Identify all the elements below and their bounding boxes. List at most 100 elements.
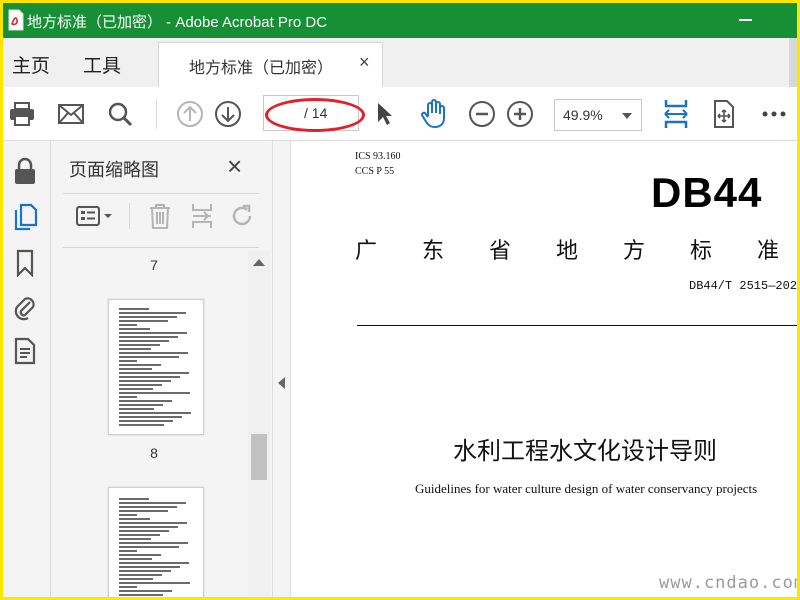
search-icon[interactable] — [105, 99, 135, 129]
standard-title: 广东省地方标准 — [355, 238, 797, 263]
thumbnail-text-line — [119, 360, 137, 362]
ics-code: ICS 93.160 — [355, 151, 401, 162]
thumbnail-text-line — [119, 506, 177, 508]
select-cursor-icon[interactable] — [369, 99, 399, 129]
document-properties-icon[interactable] — [9, 335, 41, 367]
thumbnail-text-line — [119, 534, 160, 536]
tab-home[interactable]: 主页 — [12, 51, 50, 78]
highlight-ellipse — [265, 98, 365, 132]
thumbnail-text-line — [119, 416, 182, 418]
thumbnail-text-line — [119, 388, 153, 390]
thumbnail-text-line — [119, 340, 169, 342]
zoom-out-icon[interactable] — [467, 99, 497, 129]
page-tool-icon[interactable] — [709, 99, 739, 129]
rotate-page-icon[interactable] — [227, 201, 257, 231]
delete-page-icon[interactable] — [145, 201, 175, 231]
thumbnail-text-line — [119, 344, 160, 346]
thumbnail-options-icon[interactable] — [73, 201, 117, 231]
close-tab-icon[interactable]: × — [359, 52, 370, 73]
tab-scroll-handle[interactable] — [789, 38, 797, 87]
bookmark-icon[interactable] — [9, 247, 41, 279]
thumbnail-text-line — [119, 502, 186, 504]
thumbnail-text-line — [119, 320, 168, 322]
standard-number: DB44/T 2515—2024 — [689, 279, 797, 293]
panel-splitter[interactable] — [273, 141, 291, 597]
zoom-value: 49.9% — [563, 107, 603, 123]
page-label: 8 — [150, 445, 158, 461]
thumbnail-text-line — [119, 408, 154, 410]
thumbnail-text-line — [119, 404, 163, 406]
thumbnail-text-line — [119, 312, 186, 314]
navigation-rail — [3, 141, 51, 597]
scroll-up-icon[interactable] — [253, 259, 265, 266]
close-panel-icon[interactable]: × — [227, 151, 242, 182]
collapse-panel-icon[interactable] — [278, 377, 285, 389]
thumbnail-text-line — [119, 396, 137, 398]
zoom-select[interactable]: 49.9% — [554, 99, 642, 131]
thumbnail-text-line — [119, 594, 163, 596]
thumbnail-text-line — [119, 364, 161, 366]
thumbnail-text-line — [119, 590, 172, 592]
page-label: 7 — [150, 257, 158, 273]
thumbnail-text-line — [119, 412, 191, 414]
thumbnail-text-line — [119, 498, 149, 500]
db-code: DB44 — [651, 169, 763, 216]
thumbnail-text-line — [119, 348, 151, 350]
hand-tool-icon[interactable] — [419, 99, 449, 129]
thumbnail-text-line — [119, 530, 169, 532]
thumbnail-text-line — [119, 550, 137, 552]
thumbnail-text-line — [119, 424, 164, 426]
page-thumbnail[interactable] — [108, 487, 204, 597]
thumbnail-text-line — [119, 574, 162, 576]
document-tab-label: 地方标准（已加密） — [189, 60, 334, 77]
document-view[interactable]: ICS 93.160 CCS P 55 DB44 广东省地方标准 DB44/T … — [291, 141, 797, 597]
document-tab[interactable]: 地方标准（已加密） × — [158, 42, 383, 87]
page-down-icon[interactable] — [213, 99, 243, 129]
panel-heading: 页面缩略图 — [69, 160, 159, 180]
thumbnail-scrollbar[interactable] — [248, 251, 270, 597]
panel-divider — [63, 247, 259, 248]
attachment-icon[interactable] — [9, 291, 41, 323]
document-title-en: Guidelines for water culture design of w… — [415, 481, 758, 496]
print-icon[interactable] — [7, 99, 37, 129]
thumbnail-text-line — [119, 510, 168, 512]
minimize-button[interactable] — [739, 19, 752, 21]
page-thumbnails-icon[interactable] — [9, 201, 41, 233]
zoom-in-icon[interactable] — [505, 99, 535, 129]
thumbnail-text-line — [119, 384, 162, 386]
chevron-down-icon — [622, 113, 632, 119]
document-title-cn: 水利工程水文化设计导则 — [453, 438, 717, 465]
main-toolbar: / 14 49.9% — [3, 87, 797, 141]
fit-page-icon[interactable] — [661, 99, 691, 129]
thumbnail-text-line — [119, 522, 187, 524]
thumbnail-text-line — [119, 570, 171, 572]
thumbnail-text-line — [119, 420, 173, 422]
thumbnail-text-line — [119, 328, 150, 330]
thumbnail-text-line — [119, 356, 179, 358]
scrollbar-thumb[interactable] — [251, 434, 267, 480]
page-thumbnails-panel: 页面缩略图 × 7 8 — [51, 141, 273, 597]
thumbnail-text-line — [119, 372, 189, 374]
page-up-icon[interactable] — [175, 99, 205, 129]
thumbnail-text-line — [119, 332, 187, 334]
tab-tools[interactable]: 工具 — [83, 51, 121, 78]
page-thumbnail[interactable] — [108, 299, 204, 435]
thumbnail-text-line — [119, 526, 178, 528]
thumbnail-text-line — [119, 514, 137, 516]
thumbnail-text-line — [119, 376, 180, 378]
lock-icon[interactable] — [9, 155, 41, 187]
thumbnail-text-line — [119, 308, 149, 310]
ccs-code: CCS P 55 — [355, 166, 395, 177]
more-icon[interactable] — [759, 99, 789, 129]
toolbar-separator — [156, 99, 157, 129]
title-bar: 地方标准（已加密） - Adobe Acrobat Pro DC — [3, 3, 797, 38]
panel-divider — [63, 193, 259, 194]
thumbnail-text-line — [119, 586, 137, 588]
thumbnail-text-line — [119, 324, 137, 326]
acrobat-window: 地方标准（已加密） - Adobe Acrobat Pro DC 主页 工具 地… — [3, 3, 797, 597]
insert-page-icon[interactable] — [187, 201, 217, 231]
email-icon[interactable] — [56, 99, 86, 129]
thumbnail-text-line — [119, 392, 190, 394]
tab-bar: 主页 工具 地方标准（已加密） × — [3, 38, 797, 87]
thumbnail-text-line — [119, 542, 188, 544]
